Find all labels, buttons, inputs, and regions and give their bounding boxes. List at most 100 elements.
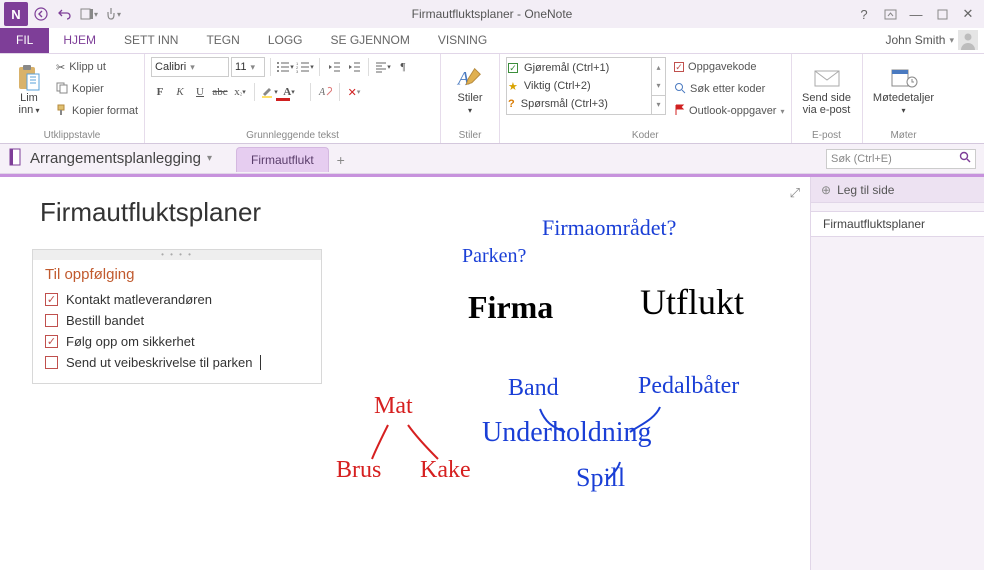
tag-gallery[interactable]: ✓ Gjøremål (Ctrl+1) ★ Viktig (Ctrl+2) ? … [506, 57, 666, 115]
gallery-up[interactable]: ▴ [651, 58, 665, 76]
ink-text[interactable]: Pedalbåter [638, 373, 739, 400]
search-placeholder: Søk (Ctrl+E) [831, 153, 892, 165]
tag-important[interactable]: ★ Viktig (Ctrl+2) [508, 77, 664, 95]
outdent-button[interactable] [325, 58, 343, 76]
tab-home[interactable]: HJEM [49, 27, 110, 53]
ink-text[interactable]: Spill [576, 463, 625, 493]
followup-heading: Til oppfølging [33, 260, 321, 285]
file-tab[interactable]: FIL [0, 27, 49, 53]
todo-item[interactable]: Bestill bandet [45, 310, 309, 331]
email-label: Send side via e-post [802, 92, 851, 116]
todo-item[interactable]: ✓ Følg opp om sikkerhet [45, 331, 309, 352]
notebook-nav-icon[interactable] [8, 148, 24, 169]
user-area[interactable]: John Smith ▾ [885, 30, 978, 50]
align-button[interactable]: ▾ [374, 58, 392, 76]
maximize-button[interactable] [930, 3, 954, 25]
ribbon: Lim inn ▾ ✂ Klipp ut Kopier Kopier forma… [0, 54, 984, 144]
paste-button[interactable]: Lim inn ▾ [6, 57, 52, 123]
ribbon-display-button[interactable] [878, 3, 902, 25]
window-controls: ? — ✕ [852, 0, 980, 28]
styles-button[interactable]: A Stiler▾ [447, 57, 493, 123]
group-label-font: Grunnleggende tekst [151, 130, 434, 143]
back-button[interactable] [30, 3, 52, 25]
styles-label: Stiler▾ [458, 92, 483, 116]
group-clipboard: Lim inn ▾ ✂ Klipp ut Kopier Kopier forma… [0, 54, 145, 143]
indent-button[interactable] [345, 58, 363, 76]
ink-text[interactable]: Band [508, 375, 559, 402]
gallery-down[interactable]: ▾ [651, 76, 665, 94]
clear-format-button[interactable]: A [316, 83, 334, 101]
expand-icon[interactable]: ⤢ [790, 185, 800, 201]
tab-review[interactable]: SE GJENNOM [317, 27, 424, 53]
find-tags-button[interactable]: Søk etter koder [674, 79, 784, 99]
paragraph-mark-button[interactable]: ¶ [394, 58, 412, 76]
bold-button[interactable]: F [151, 83, 169, 101]
section-tab[interactable]: Firmautflukt [236, 147, 329, 172]
ink-text[interactable]: Brus [336, 457, 381, 484]
tab-insert[interactable]: SETT INN [110, 27, 192, 53]
underline-button[interactable]: U [191, 83, 209, 101]
undo-button[interactable] [54, 3, 76, 25]
todo-list: ✓ Kontakt matleverandøren Bestill bandet… [33, 285, 321, 383]
ink-text[interactable]: Parken? [462, 245, 526, 268]
scissors-icon: ✂ [56, 61, 65, 74]
ink-text[interactable]: Utflukt [640, 281, 744, 323]
tag-todo[interactable]: ✓ Gjøremål (Ctrl+1) [508, 59, 664, 77]
search-input[interactable]: Søk (Ctrl+E) [826, 149, 976, 169]
checkbox-icon: ✓ [674, 62, 684, 72]
tab-draw[interactable]: TEGN [192, 27, 253, 53]
todo-checkbox[interactable]: ✓ [45, 335, 58, 348]
italic-button[interactable]: K [171, 83, 189, 101]
outlook-tasks-button[interactable]: Outlook-oppgaver▾ [674, 101, 784, 121]
dock-button[interactable]: ▾ [78, 3, 100, 25]
add-page-button[interactable]: ⊕ Leg til side [811, 177, 984, 203]
page-list: Firmautfluktsplaner [811, 203, 984, 237]
help-button[interactable]: ? [852, 3, 876, 25]
close-button[interactable]: ✕ [956, 3, 980, 25]
container-grip[interactable]: • • • • [33, 250, 321, 260]
font-size-combo[interactable]: 11▾ [231, 57, 265, 77]
add-section-button[interactable]: + [329, 149, 353, 171]
task-tag-button[interactable]: ✓ Oppgavekode [674, 57, 784, 77]
minimize-button[interactable]: — [904, 3, 928, 25]
numbering-button[interactable]: 123▾ [296, 58, 314, 76]
todo-checkbox[interactable] [45, 314, 58, 327]
envelope-icon [813, 64, 841, 92]
user-name: John Smith [885, 33, 945, 47]
todo-checkbox[interactable]: ✓ [45, 293, 58, 306]
strike-button[interactable]: abc [211, 83, 229, 101]
ink-text[interactable]: Firma [468, 289, 553, 326]
main-area: ⤢ Firmautfluktsplaner • • • • Til oppføl… [0, 177, 984, 570]
todo-item[interactable]: Send ut veibeskrivelse til parken [45, 352, 309, 373]
followup-container[interactable]: • • • • Til oppfølging ✓ Kontakt matleve… [32, 249, 322, 384]
cut-button[interactable]: ✂ Klipp ut [56, 57, 138, 77]
checkbox-icon: ✓ [508, 63, 518, 73]
page-title[interactable]: Firmautfluktsplaner [40, 197, 261, 228]
app-icon[interactable]: N [4, 2, 28, 26]
tag-question[interactable]: ? Spørsmål (Ctrl+3) [508, 95, 664, 113]
notebook-name[interactable]: Arrangementsplanlegging [30, 150, 201, 167]
ink-text[interactable]: Firmaområdet? [542, 215, 676, 241]
todo-item[interactable]: ✓ Kontakt matleverandøren [45, 289, 309, 310]
subscript-button[interactable]: x₂▾ [231, 83, 249, 101]
group-meeting: Møtedetaljer▾ Møter [863, 54, 945, 143]
page-list-item[interactable]: Firmautfluktsplaner [811, 211, 984, 237]
meeting-details-button[interactable]: Møtedetaljer▾ [869, 57, 939, 123]
tab-view[interactable]: VISNING [424, 27, 501, 53]
touch-mode-button[interactable]: ▾ [102, 3, 124, 25]
format-painter-button[interactable]: Kopier format [56, 101, 138, 121]
ink-text[interactable]: Underholdning [482, 417, 652, 449]
group-tags: ✓ Gjøremål (Ctrl+1) ★ Viktig (Ctrl+2) ? … [500, 54, 791, 143]
copy-button[interactable]: Kopier [56, 79, 138, 99]
notebook-dropdown-icon[interactable]: ▾ [207, 153, 212, 164]
tab-history[interactable]: LOGG [254, 27, 317, 53]
todo-checkbox[interactable] [45, 356, 58, 369]
gallery-more[interactable]: ▾ [651, 95, 665, 114]
bullets-button[interactable]: ▾ [276, 58, 294, 76]
font-name-combo[interactable]: Calibri▾ [151, 57, 229, 77]
delete-button[interactable]: ✕▾ [345, 83, 363, 101]
email-page-button[interactable]: Send side via e-post [798, 57, 856, 123]
page-canvas[interactable]: ⤢ Firmautfluktsplaner • • • • Til oppføl… [0, 177, 810, 570]
ink-text[interactable]: Kake [420, 457, 471, 484]
ink-text[interactable]: Mat [374, 393, 413, 420]
